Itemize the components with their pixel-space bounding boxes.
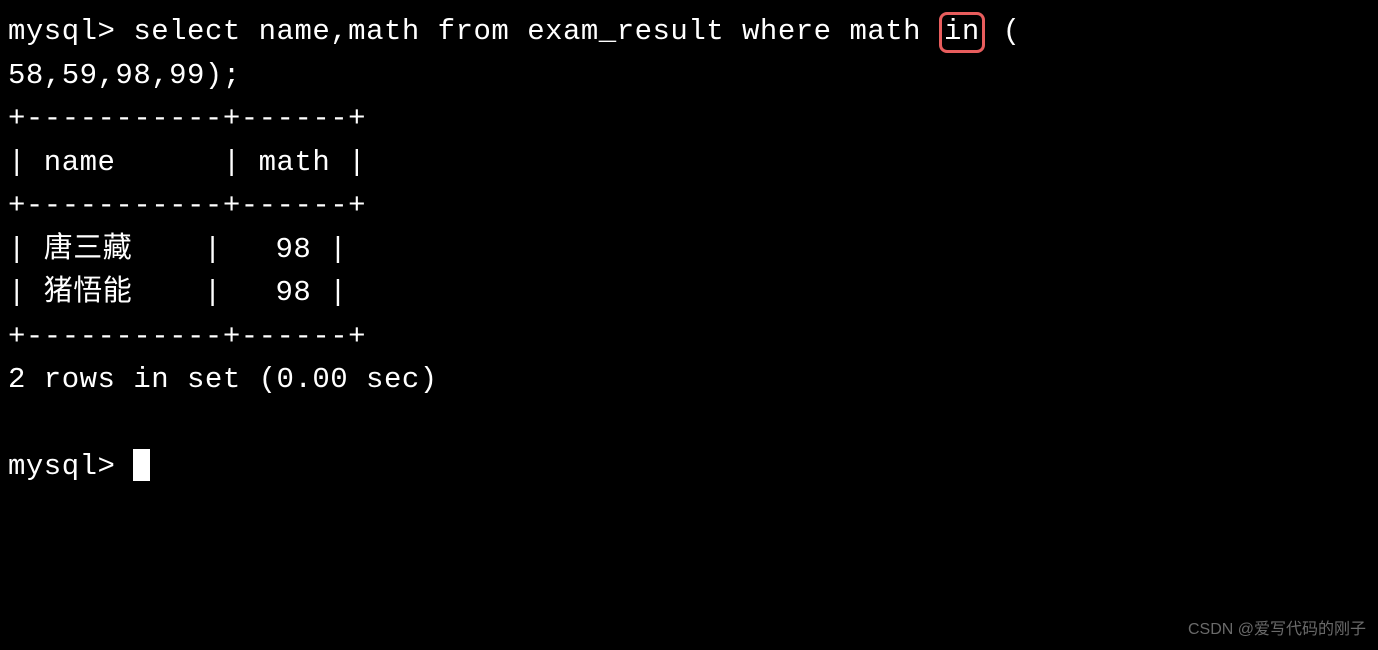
query-line-2: 58,59,98,99); <box>8 54 1370 98</box>
table-border-bottom: +-----------+------+ <box>8 315 1370 359</box>
table-border-top: +-----------+------+ <box>8 97 1370 141</box>
result-status: 2 rows in set (0.00 sec) <box>8 358 1370 402</box>
query-text-part1: select name,math from exam_result where … <box>133 15 939 48</box>
blank-line <box>8 402 1370 446</box>
table-row: | 猪悟能 | 98 | <box>8 271 1370 315</box>
mysql-prompt: mysql> <box>8 450 115 483</box>
table-border-mid: +-----------+------+ <box>8 184 1370 228</box>
query-text-part2: ( <box>985 15 1021 48</box>
prompt-line[interactable]: mysql> <box>8 445 1370 489</box>
watermark-text: CSDN @爱写代码的刚子 <box>1188 618 1366 642</box>
table-header: | name | math | <box>8 141 1370 185</box>
table-row: | 唐三藏 | 98 | <box>8 228 1370 272</box>
query-line-1: mysql> select name,math from exam_result… <box>8 10 1370 54</box>
mysql-prompt: mysql> <box>8 15 115 48</box>
highlighted-keyword: in <box>939 12 985 53</box>
cursor-icon <box>133 449 150 481</box>
